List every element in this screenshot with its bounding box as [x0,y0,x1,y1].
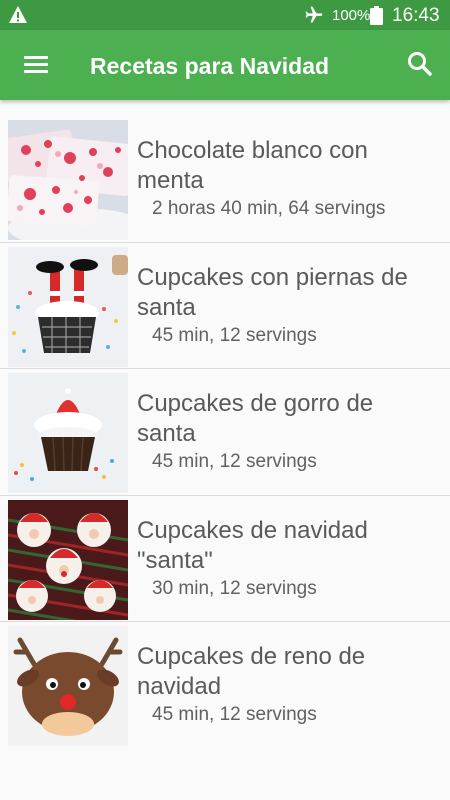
search-button[interactable] [400,44,440,84]
recipe-title: Cupcakes de gorro de santa [137,390,374,447]
warning-icon [9,6,27,23]
app-bar: Recetas para Navidad [0,30,450,100]
recipe-image-reindeer-cupcakes [8,626,128,746]
recipe-image-santa-legs-cupcakes [8,246,128,367]
recipe-image-santa-cupcakes [8,499,128,620]
recipe-item[interactable]: Chocolate blanco con menta 2 horas 40 mi… [0,116,450,243]
battery-icon [370,6,383,25]
airplane-mode-icon [305,6,323,23]
recipe-title: Cupcakes de reno de navidad [137,643,366,700]
recipe-meta: 30 min, 12 servings [152,577,317,599]
recipe-title: Cupcakes de navidad "santa" [137,516,368,574]
search-icon [408,52,432,76]
recipe-item[interactable]: Cupcakes con piernas de santa 45 min, 12… [0,243,450,369]
recipe-title: Chocolate blanco con menta [137,137,368,194]
recipe-image-peppermint-bark [8,120,128,240]
recipe-item[interactable]: Cupcakes de gorro de santa 45 min, 12 se… [0,369,450,496]
recipe-meta: 45 min, 12 servings [152,324,317,346]
status-bar: 100% 16:43 [0,0,450,30]
recipe-image-santa-hat-cupcakes [8,373,128,493]
recipe-meta: 45 min, 12 servings [152,704,317,725]
recipe-item[interactable]: Cupcakes de navidad "santa" 30 min, 12 s… [0,496,450,622]
clock: 16:43 [392,5,440,26]
recipe-meta: 45 min, 12 servings [152,451,317,472]
menu-button[interactable] [14,43,58,87]
battery-percent: 100% [332,7,371,24]
page-title: Recetas para Navidad [90,53,330,79]
recipe-list: Chocolate blanco con menta 2 horas 40 mi… [0,116,450,749]
recipe-title: Cupcakes con piernas de santa [137,263,408,321]
recipe-item[interactable]: Cupcakes de reno de navidad 45 min, 12 s… [0,622,450,749]
recipe-meta: 2 horas 40 min, 64 servings [152,198,386,219]
